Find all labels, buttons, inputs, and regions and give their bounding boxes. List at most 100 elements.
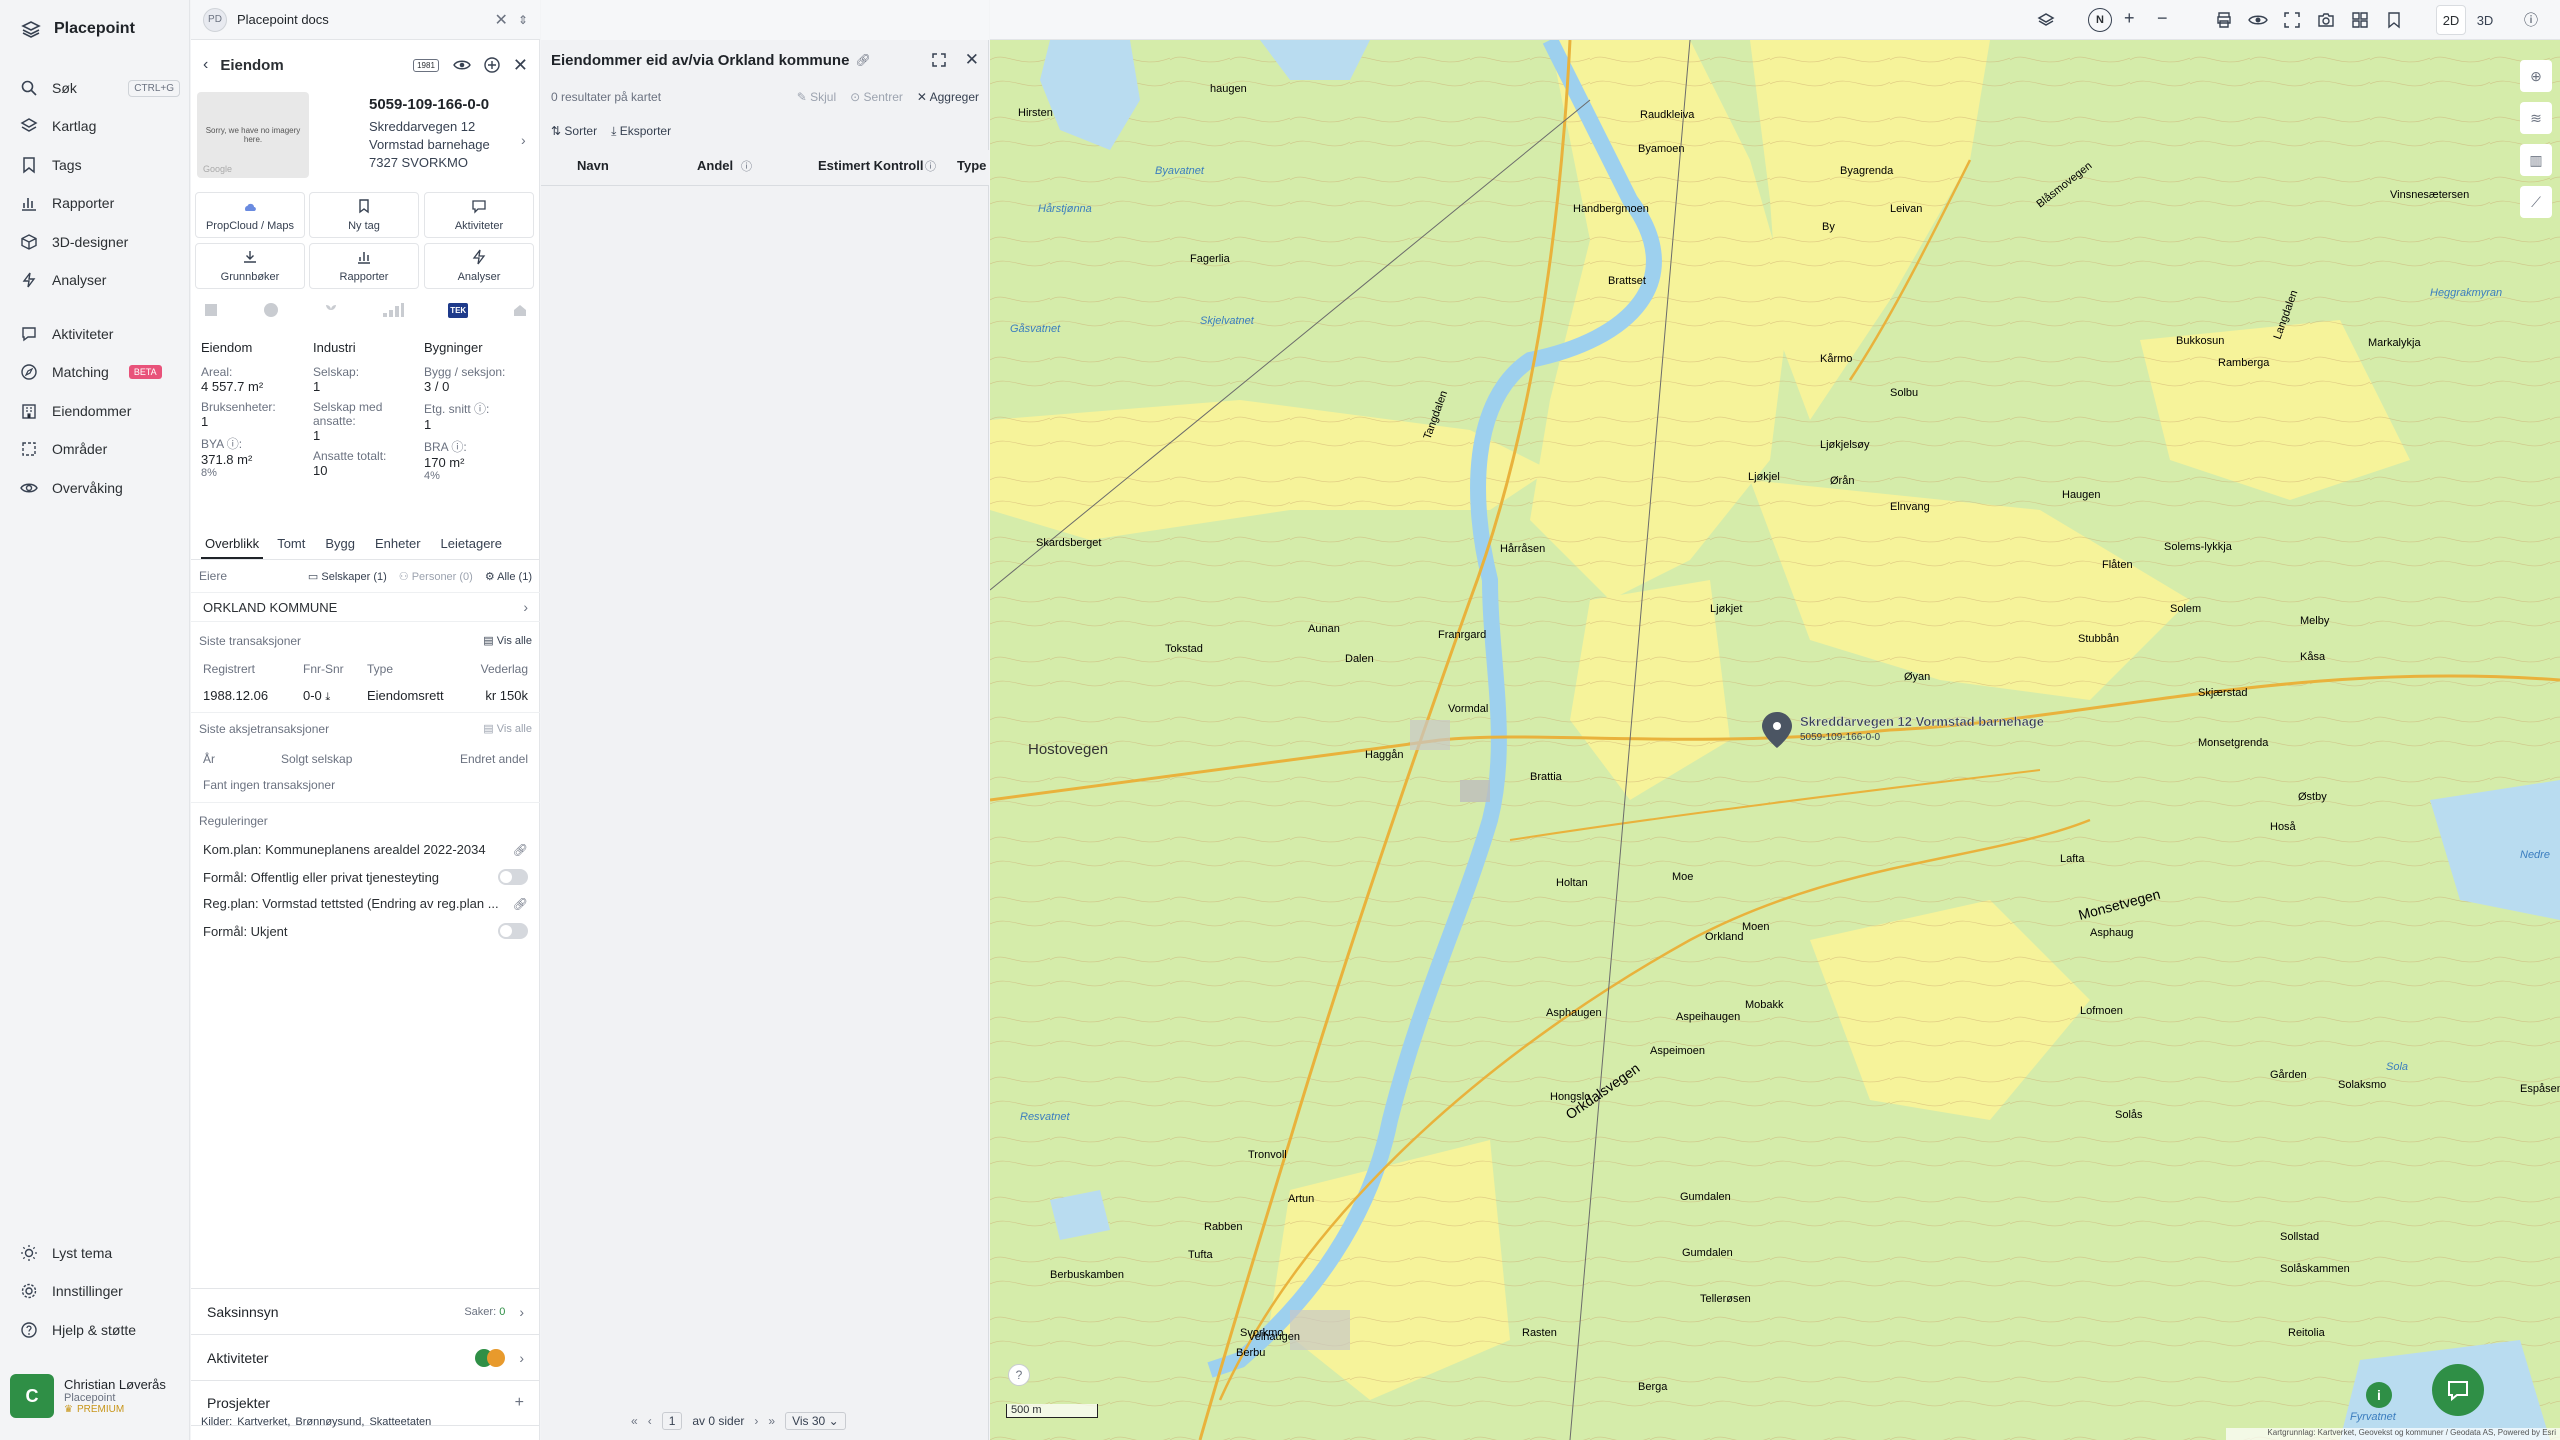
- info-icon[interactable]: ⓘ: [741, 158, 752, 174]
- regulation-toggle[interactable]: [498, 923, 528, 939]
- zoom-in-icon[interactable]: +: [2124, 8, 2135, 29]
- close-icon[interactable]: ✕: [513, 55, 528, 76]
- print-icon[interactable]: [2214, 10, 2234, 30]
- source-link[interactable]: Brønnøysund,: [295, 1416, 364, 1428]
- tab-overblikk[interactable]: Overblikk: [201, 534, 264, 559]
- nav-theme-toggle[interactable]: Lyst tema: [20, 1238, 180, 1268]
- filter-selskaper[interactable]: ▭ Selskaper (1): [308, 570, 387, 583]
- expand-icon[interactable]: [931, 52, 947, 68]
- transactions-view-all[interactable]: ▤ Vis alle: [483, 634, 532, 648]
- nav-item-matching[interactable]: Matching BETA: [20, 357, 180, 387]
- tab-leietagere[interactable]: Leietagere: [431, 534, 512, 559]
- link-icon[interactable]: 🔗︎: [513, 843, 528, 857]
- signal-bars-icon[interactable]: [382, 302, 405, 318]
- close-icon[interactable]: ✕: [495, 10, 508, 30]
- fullscreen-icon[interactable]: [2282, 10, 2302, 30]
- column-header-andel[interactable]: Andel: [697, 158, 733, 173]
- nav-item-tags[interactable]: Tags: [20, 150, 180, 180]
- column-header-type[interactable]: Type: [957, 158, 986, 173]
- regulation-row[interactable]: Reg.plan: Vormstad tettsted (Endring av …: [203, 896, 528, 911]
- per-page-select[interactable]: Vis 30 ⌄: [785, 1412, 846, 1430]
- regulation-toggle[interactable]: [498, 869, 528, 885]
- eye-icon[interactable]: [453, 56, 471, 74]
- filter-alle[interactable]: ⚙ Alle (1): [485, 570, 532, 583]
- layers-icon[interactable]: ≋: [2520, 102, 2552, 134]
- analyses-button[interactable]: Analyser: [424, 243, 534, 289]
- north-compass[interactable]: N: [2088, 8, 2112, 32]
- table-row[interactable]: 1988.12.06 0-0 ⤓ Eiendomsrett kr 150k: [203, 688, 528, 704]
- new-tag-button[interactable]: Ny tag: [309, 192, 419, 238]
- close-icon[interactable]: ✕: [965, 50, 979, 70]
- propcloud-button[interactable]: PropCloud / Maps: [195, 192, 305, 238]
- saksinnsyn-section[interactable]: Saksinnsyn Saker: 0 ›: [191, 1288, 540, 1334]
- map-canvas[interactable]: haugen Hirsten Raudkleiva Byamoen Byagre…: [990, 40, 2560, 1440]
- column-header-navn[interactable]: Navn: [577, 158, 609, 173]
- chart-icon[interactable]: ▥: [2520, 144, 2552, 176]
- nav-item-eiendommer[interactable]: Eiendommer: [20, 396, 180, 426]
- shares-view-all[interactable]: ▤ Vis alle: [483, 722, 532, 736]
- nav-item-kartlag[interactable]: Kartlag: [20, 111, 180, 141]
- home-icon[interactable]: [512, 302, 528, 318]
- bookmark-icon[interactable]: [2384, 10, 2404, 30]
- workspace-name[interactable]: Placepoint docs: [237, 12, 485, 27]
- back-icon[interactable]: ‹: [203, 56, 208, 74]
- app-logo[interactable]: Placepoint: [20, 18, 135, 40]
- chevron-updown-icon[interactable]: ⇕: [518, 13, 528, 27]
- add-circle-icon[interactable]: [483, 56, 501, 74]
- nav-item-aktiviteter[interactable]: Aktiviteter: [20, 319, 180, 349]
- reports-button[interactable]: Rapporter: [309, 243, 419, 289]
- first-page-icon[interactable]: «: [631, 1414, 638, 1428]
- regulation-row[interactable]: Formål: Offentlig eller privat tjenestey…: [203, 869, 528, 885]
- land-registry-button[interactable]: Grunnbøker: [195, 243, 305, 289]
- regulation-row[interactable]: Kom.plan: Kommuneplanens arealdel 2022-2…: [203, 842, 528, 857]
- street-view-placeholder[interactable]: Sorry, we have no imagery here. Google: [197, 92, 309, 178]
- tab-tomt[interactable]: Tomt: [263, 534, 315, 559]
- layers-stack-icon[interactable]: [2036, 10, 2056, 30]
- grid-icon[interactable]: [2350, 10, 2370, 30]
- user-card[interactable]: C Christian Løverås Placepoint ♛ PREMIUM: [10, 1368, 180, 1424]
- nav-item-analyser[interactable]: Analyser: [20, 265, 180, 295]
- download-icon[interactable]: ⤓: [325, 691, 330, 703]
- mode-3d-button[interactable]: 3D: [2470, 5, 2500, 35]
- measure-icon[interactable]: ⟋: [2520, 186, 2552, 218]
- sort-button[interactable]: ⇅ Sorter: [551, 124, 597, 139]
- globe-icon[interactable]: [263, 302, 279, 318]
- chat-fab[interactable]: [2432, 1364, 2484, 1416]
- camera-icon[interactable]: [2316, 10, 2336, 30]
- activities-section[interactable]: Aktiviteter ›: [191, 1334, 540, 1380]
- source-link[interactable]: Skatteetaten: [369, 1416, 431, 1428]
- activities-button[interactable]: Aktiviteter: [424, 192, 534, 238]
- nav-item-3d-designer[interactable]: 3D-designer: [20, 227, 180, 257]
- export-button[interactable]: ⤓ Eksporter: [611, 124, 671, 139]
- tek-badge[interactable]: TEK: [448, 302, 469, 318]
- plus-icon[interactable]: +: [515, 1394, 524, 1412]
- source-link[interactable]: Kartverket,: [237, 1416, 290, 1428]
- tab-enheter[interactable]: Enheter: [365, 534, 431, 559]
- help-icon[interactable]: ?: [1008, 1364, 1030, 1386]
- chevron-right-icon[interactable]: ›: [521, 132, 526, 148]
- aggregate-button[interactable]: ✕ Aggreger: [917, 90, 979, 104]
- info-icon[interactable]: ⓘ: [2524, 10, 2538, 30]
- nav-item-rapporter[interactable]: Rapporter: [20, 188, 180, 218]
- zoom-out-icon[interactable]: −: [2157, 8, 2168, 29]
- nav-search[interactable]: Søk CTRL+G: [20, 73, 180, 103]
- prev-page-icon[interactable]: ‹: [648, 1414, 652, 1428]
- info-icon[interactable]: ⓘ: [925, 158, 936, 174]
- link-icon[interactable]: 🔗︎: [513, 897, 528, 911]
- page-input[interactable]: 1: [661, 1412, 683, 1430]
- regulation-row[interactable]: Formål: Ukjent: [203, 923, 528, 939]
- nav-item-omrader[interactable]: Områder: [20, 434, 180, 464]
- filter-personer[interactable]: ⚇ Personer (0): [399, 570, 473, 583]
- tab-bygg[interactable]: Bygg: [315, 534, 365, 559]
- owner-row[interactable]: ORKLAND KOMMUNE ›: [191, 592, 540, 622]
- nav-item-overvaking[interactable]: Overvåking: [20, 473, 180, 503]
- last-page-icon[interactable]: »: [768, 1414, 775, 1428]
- info-fab[interactable]: i: [2366, 1382, 2392, 1408]
- nav-help[interactable]: Hjelp & støtte: [20, 1315, 180, 1345]
- next-page-icon[interactable]: ›: [754, 1414, 758, 1428]
- hide-button[interactable]: ✎ Skjul: [797, 90, 836, 104]
- eye-icon[interactable]: [2248, 10, 2268, 30]
- link-icon[interactable]: 🔗︎: [855, 53, 930, 67]
- search-area-icon[interactable]: ⊕: [2520, 60, 2552, 92]
- column-header-estimert-kontroll[interactable]: Estimert Kontroll: [818, 158, 923, 173]
